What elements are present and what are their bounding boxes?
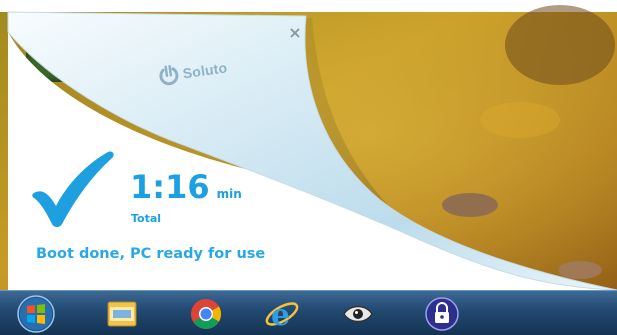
chrome-icon (189, 297, 223, 331)
power-icon (156, 63, 181, 88)
file-explorer-icon (104, 297, 140, 331)
eye-app-button[interactable] (336, 294, 380, 334)
chrome-button[interactable] (184, 294, 228, 334)
file-explorer-button[interactable] (100, 294, 144, 334)
svg-text:e: e (271, 298, 290, 332)
internet-explorer-icon: e (263, 296, 301, 332)
close-button[interactable]: × (286, 24, 304, 42)
start-button[interactable] (14, 294, 58, 334)
desktop-screen: × Soluto 1:16 min Total Boot done, PC re… (0, 0, 617, 335)
taskbar: e (0, 290, 617, 335)
internet-explorer-button[interactable]: e (260, 294, 304, 334)
eye-app-icon (341, 299, 375, 329)
boot-time-label: Total (131, 212, 162, 225)
status-message: Boot done, PC ready for use (36, 246, 266, 262)
brand-name: Soluto (181, 59, 229, 82)
boot-time: 1:16 min (130, 170, 242, 204)
lock-app-button[interactable] (420, 294, 464, 334)
boot-time-value: 1:16 (130, 168, 210, 206)
boot-time-unit: min (216, 187, 242, 201)
lock-app-icon (424, 296, 460, 332)
checkmark-icon (32, 151, 114, 227)
start-orb-icon (16, 294, 56, 334)
